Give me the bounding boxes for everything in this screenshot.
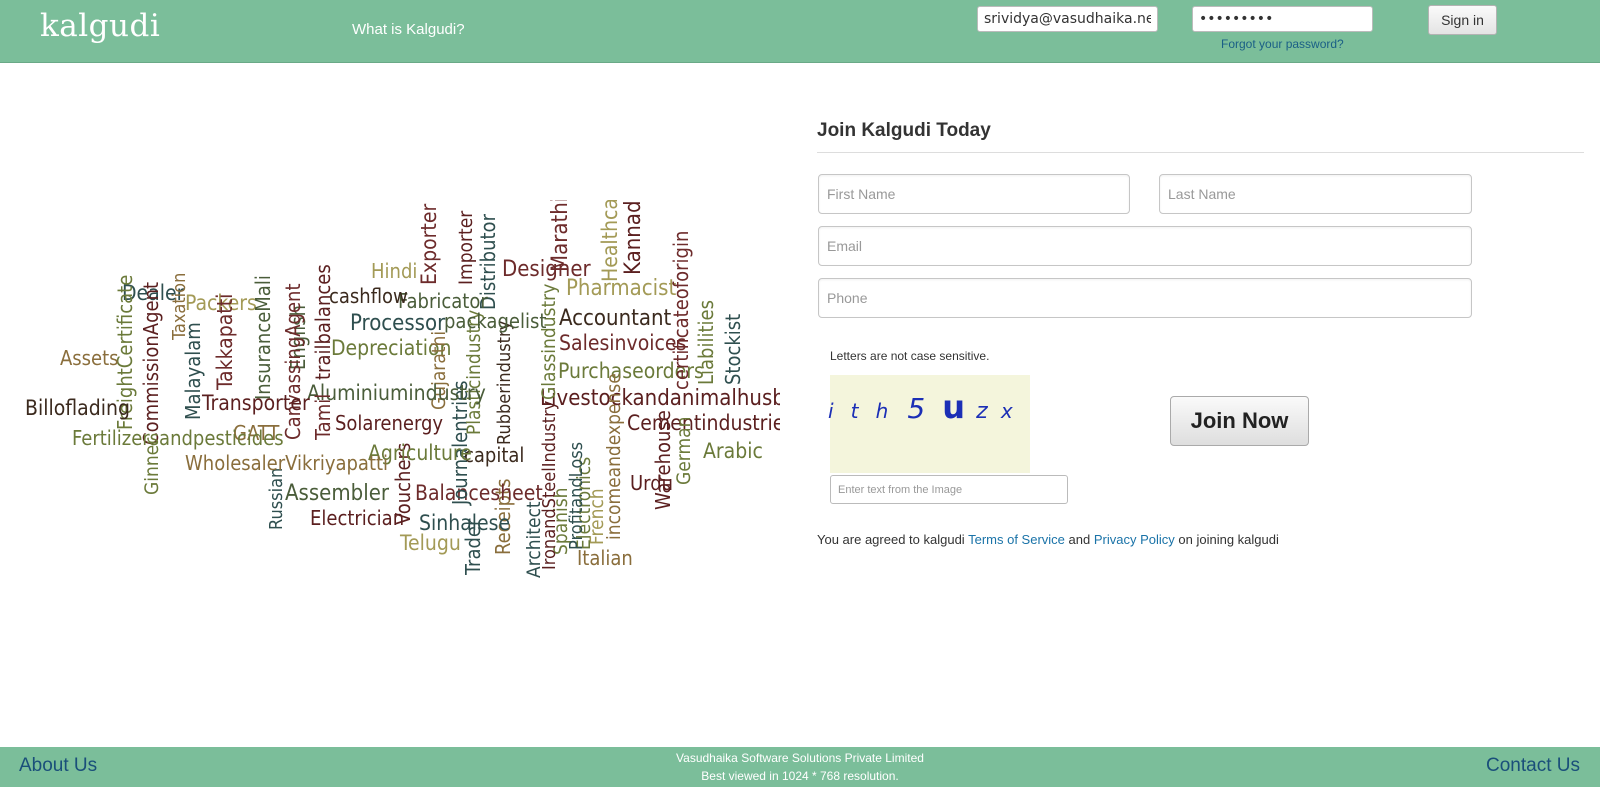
cloud-word: Assembler bbox=[285, 481, 390, 506]
cloud-word: Balancesheet bbox=[415, 481, 543, 505]
cloud-word: Fabricator bbox=[398, 289, 488, 313]
agree-and: and bbox=[1068, 532, 1091, 547]
last-name-input[interactable] bbox=[1159, 174, 1472, 214]
cloud-word: Transporter bbox=[201, 391, 310, 415]
cloud-word: Salesinvoices bbox=[559, 331, 686, 355]
forgot-password-link[interactable]: Forgot your password? bbox=[1221, 37, 1344, 51]
cloud-word: CommissionAgent bbox=[139, 282, 163, 445]
cloud-word: ProfitandLoss bbox=[566, 442, 587, 550]
cloud-word: Electrician bbox=[310, 506, 404, 530]
cloud-word: Kannada bbox=[621, 200, 646, 275]
cloud-word: Telugu bbox=[399, 531, 461, 555]
kalgudi-logo[interactable]: kalgudi bbox=[40, 8, 160, 44]
cloud-word: Liabilities bbox=[694, 300, 718, 385]
captcha-char: u bbox=[942, 388, 966, 426]
privacy-policy-link[interactable]: Privacy Policy bbox=[1094, 532, 1175, 547]
cloud-word: certificateoforigin bbox=[669, 231, 693, 390]
cloud-word: Importer bbox=[455, 210, 477, 285]
cloud-word: Arabic bbox=[703, 439, 763, 463]
phone-input[interactable] bbox=[818, 278, 1472, 318]
title-divider bbox=[817, 152, 1584, 153]
cloud-word: Assets bbox=[60, 346, 119, 370]
cloud-word: Warehouse bbox=[651, 410, 675, 510]
captcha-char: i bbox=[828, 399, 834, 423]
captcha-char: t bbox=[850, 399, 859, 423]
contact-us-link[interactable]: Contact Us bbox=[1486, 755, 1580, 777]
cloud-word: Takkapatti bbox=[213, 294, 237, 391]
terms-of-service-link[interactable]: Terms of Service bbox=[968, 532, 1065, 547]
cloud-word: Pharmacist bbox=[566, 276, 676, 301]
word-cloud-image: Dealer PackersHindi Exporter Importer Design… bbox=[25, 200, 780, 578]
cloud-word: Livestockandanimalhusbandary bbox=[540, 386, 780, 411]
captcha-text: i t h 5 u z x bbox=[828, 388, 1013, 426]
cloud-word: Tamil bbox=[311, 394, 335, 441]
cloud-word: Accountant bbox=[559, 306, 672, 331]
what-is-kalgudi-link[interactable]: What is Kalgudi? bbox=[352, 21, 465, 38]
agreement-text: You are agreed to kalgudi Terms of Servi… bbox=[817, 532, 1279, 547]
captcha-note: Letters are not case sensitive. bbox=[830, 349, 990, 363]
company-name: Vasudhaika Software Solutions Private Li… bbox=[676, 751, 924, 765]
company-info: Vasudhaika Software Solutions Private Li… bbox=[0, 749, 1600, 785]
cloud-word: Cementindustries bbox=[627, 411, 780, 435]
captcha-char: h bbox=[875, 399, 889, 423]
login-email-input[interactable] bbox=[977, 6, 1158, 32]
cloud-word: InsuranceMali bbox=[251, 275, 275, 400]
captcha-input[interactable] bbox=[830, 475, 1068, 504]
cloud-word: CanvassingAgent bbox=[281, 283, 305, 440]
sign-in-button[interactable]: Sign in bbox=[1428, 5, 1497, 35]
join-title: Join Kalgudi Today bbox=[817, 120, 991, 141]
cloud-word: Urdu bbox=[630, 471, 673, 495]
cloud-word: Stockist bbox=[721, 314, 745, 385]
cloud-word: Exporter bbox=[417, 204, 441, 285]
resolution-note: Best viewed in 1024 * 768 resolution. bbox=[701, 769, 899, 783]
captcha-char: x bbox=[1000, 399, 1013, 423]
cloud-word: capital bbox=[464, 443, 524, 467]
agree-suffix: on joining kalgudi bbox=[1178, 532, 1279, 547]
email-input[interactable] bbox=[818, 226, 1472, 266]
cloud-word: Fertilizersandpesticides bbox=[72, 426, 284, 450]
cloud-word: Billoflading bbox=[25, 396, 130, 420]
login-password-input[interactable] bbox=[1192, 6, 1373, 32]
cloud-word: Solarenergy bbox=[335, 411, 443, 435]
cloud-word: Russian bbox=[266, 468, 287, 530]
captcha-char: 5 bbox=[907, 392, 926, 425]
first-name-input[interactable] bbox=[818, 174, 1130, 214]
cloud-word: Ginner bbox=[141, 437, 163, 495]
cloud-word: Hindi bbox=[371, 259, 417, 283]
cloud-word: Taxation bbox=[169, 273, 190, 341]
cloud-word: Healthcare bbox=[598, 200, 622, 282]
cloud-word: cashflow bbox=[329, 284, 408, 308]
join-now-button[interactable]: Join Now bbox=[1170, 396, 1309, 446]
cloud-word: WholesalerVikriyapatti bbox=[185, 451, 388, 475]
footer: About Us Vasudhaika Software Solutions P… bbox=[0, 747, 1600, 787]
agree-prefix: You are agreed to kalgudi bbox=[817, 532, 965, 547]
cloud-word: German bbox=[673, 417, 695, 485]
captcha-char: z bbox=[976, 399, 988, 424]
top-navbar: kalgudi What is Kalgudi? Forgot your pas… bbox=[0, 0, 1600, 63]
cloud-word: Marathi bbox=[548, 200, 573, 272]
cloud-word: trailbalances bbox=[311, 264, 335, 380]
cloud-word: Glassindustry bbox=[538, 284, 560, 400]
cloud-word: Rubberindustry bbox=[494, 320, 515, 445]
